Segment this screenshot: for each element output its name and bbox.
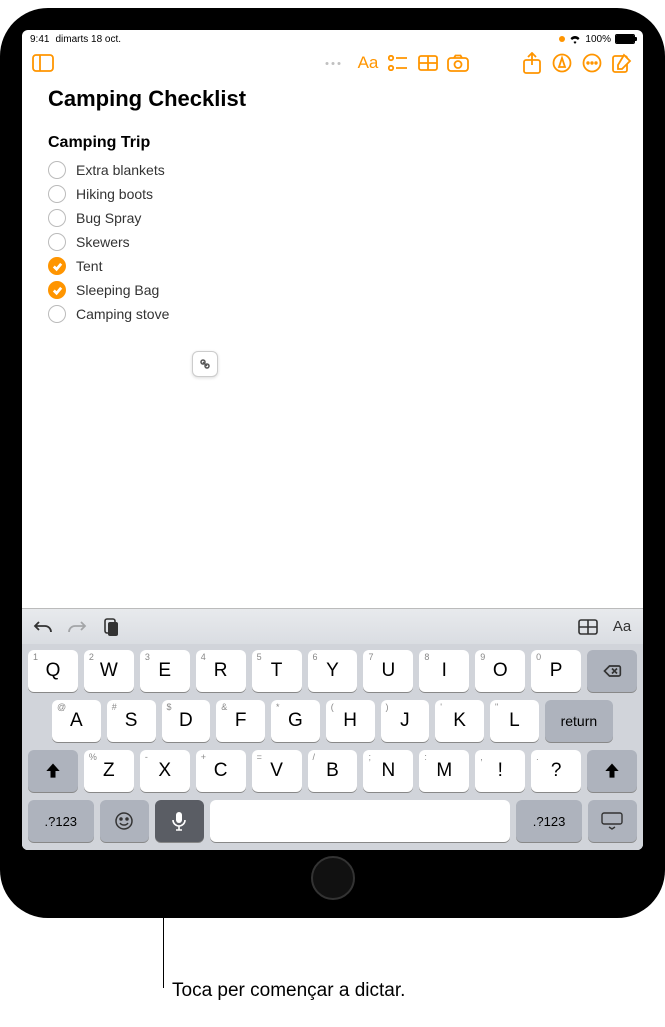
format-kb-icon[interactable]: Aa: [611, 616, 633, 638]
check-circle[interactable]: [48, 257, 66, 275]
key-?[interactable]: .?: [531, 750, 581, 792]
return-key[interactable]: return: [545, 700, 613, 742]
check-item[interactable]: Extra blankets: [48, 158, 617, 182]
key-b[interactable]: /B: [308, 750, 358, 792]
key-f[interactable]: &F: [216, 700, 265, 742]
redo-icon: [66, 616, 88, 638]
check-item[interactable]: Skewers: [48, 230, 617, 254]
callout-line: [163, 854, 164, 988]
check-item[interactable]: Camping stove: [48, 302, 617, 326]
shift-key-left[interactable]: [28, 750, 78, 792]
format-text-icon[interactable]: Aa: [355, 50, 381, 76]
dictation-key[interactable]: [155, 800, 204, 842]
table-icon[interactable]: [415, 50, 441, 76]
check-item[interactable]: Hiking boots: [48, 182, 617, 206]
more-icon[interactable]: [579, 50, 605, 76]
key-c[interactable]: +C: [196, 750, 246, 792]
emoji-key[interactable]: [100, 800, 149, 842]
clipboard-icon[interactable]: [100, 616, 122, 638]
check-circle[interactable]: [48, 305, 66, 323]
note-heading[interactable]: Camping Trip: [48, 134, 617, 152]
key-t[interactable]: 5T: [252, 650, 302, 692]
space-key[interactable]: [210, 800, 510, 842]
screen: 9:41 dimarts 18 oct. 100% Aa: [22, 30, 643, 850]
notes-toolbar: Aa: [22, 48, 643, 78]
text-cursor-handle[interactable]: [192, 351, 218, 377]
key-l[interactable]: "L: [490, 700, 539, 742]
keyboard-toolbar: Aa: [22, 608, 643, 644]
ipad-device: 9:41 dimarts 18 oct. 100% Aa: [0, 8, 665, 918]
dismiss-keyboard-key[interactable]: [588, 800, 637, 842]
key-o[interactable]: 9O: [475, 650, 525, 692]
sidebar-toggle-icon[interactable]: [30, 50, 56, 76]
key-v[interactable]: =V: [252, 750, 302, 792]
check-label: Skewers: [76, 234, 130, 250]
checklist: Extra blankets Hiking boots Bug Spray Skewe…: [48, 158, 617, 326]
key-s[interactable]: #S: [107, 700, 156, 742]
check-label: Camping stove: [76, 306, 169, 322]
numbers-key-right[interactable]: .?123: [516, 800, 582, 842]
key-![interactable]: ,!: [475, 750, 525, 792]
key-k[interactable]: 'K: [435, 700, 484, 742]
check-label: Bug Spray: [76, 210, 141, 226]
check-item[interactable]: Sleeping Bag: [48, 278, 617, 302]
key-z[interactable]: %Z: [84, 750, 134, 792]
key-j[interactable]: )J: [381, 700, 430, 742]
table-kb-icon[interactable]: [577, 616, 599, 638]
camera-icon[interactable]: [445, 50, 471, 76]
key-w[interactable]: 2W: [84, 650, 134, 692]
key-p[interactable]: 0P: [531, 650, 581, 692]
check-circle[interactable]: [48, 185, 66, 203]
check-circle[interactable]: [48, 161, 66, 179]
note-title[interactable]: Camping Checklist: [48, 86, 617, 112]
compose-icon[interactable]: [609, 50, 635, 76]
key-g[interactable]: *G: [271, 700, 320, 742]
key-u[interactable]: 7U: [363, 650, 413, 692]
key-q[interactable]: 1Q: [28, 650, 78, 692]
key-x[interactable]: -X: [140, 750, 190, 792]
key-m[interactable]: :M: [419, 750, 469, 792]
key-n[interactable]: ;N: [363, 750, 413, 792]
wifi-icon: [569, 35, 581, 44]
key-i[interactable]: 8I: [419, 650, 469, 692]
check-circle[interactable]: [48, 281, 66, 299]
share-icon[interactable]: [519, 50, 545, 76]
battery-percent: 100%: [585, 34, 611, 45]
key-r[interactable]: 4R: [196, 650, 246, 692]
grabber-dots[interactable]: [325, 62, 340, 65]
check-circle[interactable]: [48, 209, 66, 227]
caption-text: Toca per començar a dictar.: [172, 980, 405, 1002]
check-label: Extra blankets: [76, 162, 165, 178]
home-button[interactable]: [311, 856, 355, 900]
check-label: Sleeping Bag: [76, 282, 159, 298]
check-label: Hiking boots: [76, 186, 153, 202]
checklist-icon[interactable]: [385, 50, 411, 76]
check-item[interactable]: Bug Spray: [48, 206, 617, 230]
markup-icon[interactable]: [549, 50, 575, 76]
status-date: dimarts 18 oct.: [55, 34, 121, 45]
key-e[interactable]: 3E: [140, 650, 190, 692]
key-y[interactable]: 6Y: [308, 650, 358, 692]
shift-key-right[interactable]: [587, 750, 637, 792]
note-body[interactable]: Camping Checklist Camping Trip Extra bla…: [22, 78, 643, 608]
status-bar: 9:41 dimarts 18 oct. 100%: [22, 30, 643, 48]
undo-icon[interactable]: [32, 616, 54, 638]
check-circle[interactable]: [48, 233, 66, 251]
key-a[interactable]: @A: [52, 700, 101, 742]
key-d[interactable]: $D: [162, 700, 211, 742]
check-item[interactable]: Tent: [48, 254, 617, 278]
check-label: Tent: [76, 258, 102, 274]
caption-area: Toca per començar a dictar.: [0, 918, 665, 1018]
battery-icon: [615, 34, 635, 44]
keyboard: 1Q2W3E4R5T6Y7U8I9O0P @A#S$D&F*G(H)J'K"Lr…: [22, 644, 643, 850]
mic-indicator-dot: [559, 36, 565, 42]
backspace-key[interactable]: [587, 650, 637, 692]
numbers-key-left[interactable]: .?123: [28, 800, 94, 842]
keyboard-area: Aa 1Q2W3E4R5T6Y7U8I9O0P @A#S$D&F*G(H)J'K…: [22, 608, 643, 850]
status-time: 9:41: [30, 34, 49, 45]
key-h[interactable]: (H: [326, 700, 375, 742]
